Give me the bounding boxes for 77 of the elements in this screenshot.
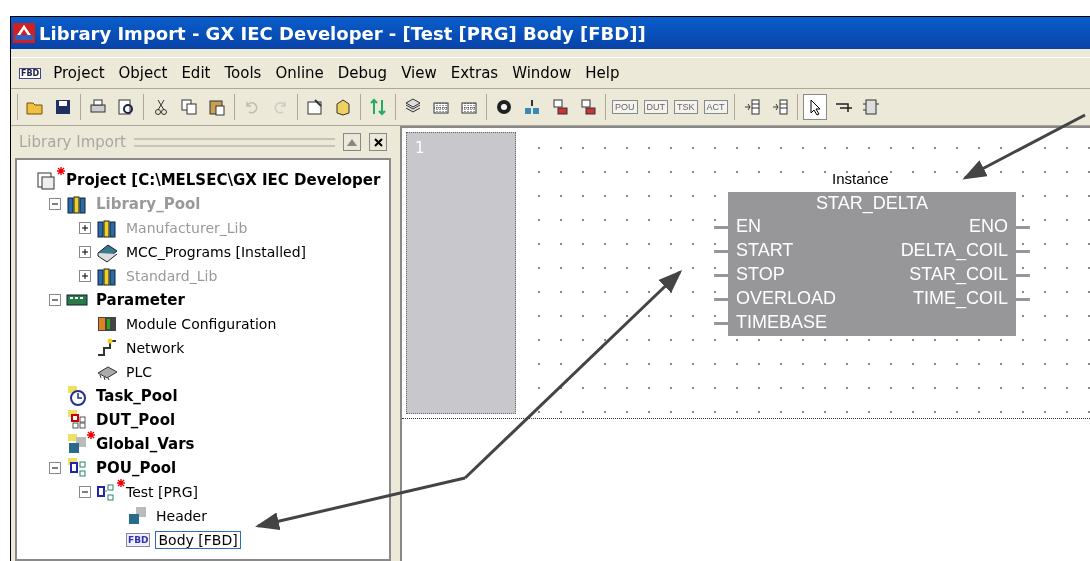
input-pin-label: EN [736, 215, 762, 238]
close-icon [373, 137, 383, 147]
floppy-icon [54, 98, 72, 116]
window-title: Library Import - GX IEC Developer - [Test [PRG] Body [FBD]] [39, 22, 646, 44]
insert-icon [742, 98, 761, 116]
fbd-icon: FBD [19, 67, 42, 79]
input-pin-label: TIMEBASE [736, 311, 829, 334]
tree-item[interactable]: Global_Vars [93, 434, 198, 454]
properties-icon [306, 98, 324, 116]
plus-icon [81, 224, 89, 232]
input-pin-label: OVERLOAD [736, 287, 837, 310]
menu-item[interactable]: View [395, 62, 443, 84]
tree-item[interactable]: Parameter [93, 290, 188, 310]
folder-blocks-icon [66, 433, 88, 455]
input-pin-label: START [736, 239, 795, 262]
minus-icon [51, 296, 59, 304]
network-icon [96, 337, 118, 359]
instance-name: Instance [832, 170, 889, 187]
fbd-icon: FBD [126, 533, 151, 547]
box-icon [334, 98, 352, 116]
menu-item[interactable]: Edit [175, 62, 217, 84]
up-triangle-icon [347, 138, 357, 146]
folder-blocks-icon [66, 409, 88, 431]
block-icon [861, 98, 880, 116]
menu-item[interactable]: Debug [331, 62, 394, 84]
minus-icon [81, 488, 89, 496]
printer-icon [89, 98, 107, 116]
blocks-icon [126, 505, 148, 527]
panel-title: Library Import [19, 133, 126, 151]
menu-item[interactable]: Window [506, 62, 578, 84]
plus-icon [81, 272, 89, 280]
document-stack-icon [36, 169, 58, 191]
transfer-icon [523, 98, 541, 116]
books-icon [96, 265, 118, 287]
books-icon [96, 217, 118, 239]
output-pin-label: DELTA_COIL [900, 239, 1008, 262]
tree-item[interactable]: Body [FBD] [155, 531, 241, 549]
output-pin-label: STAR_COIL [909, 263, 1008, 286]
expander-toggle[interactable] [49, 462, 61, 474]
tree-item[interactable]: Header [153, 507, 210, 525]
clipboard-icon [208, 98, 226, 116]
insert-icon [770, 98, 789, 116]
tree-item[interactable]: POU_Pool [93, 458, 180, 478]
tree-item[interactable]: Project [C:\MELSEC\GX IEC Developer [63, 170, 384, 190]
panel-grip[interactable] [134, 137, 335, 147]
expander-toggle[interactable] [79, 486, 91, 498]
tree-item[interactable]: DUT_Pool [93, 410, 179, 430]
input-pin-label: STOP [736, 263, 786, 286]
block-type-name: STAR_DELTA [815, 192, 929, 214]
tree-item[interactable]: Module Configuration [123, 315, 280, 333]
minus-icon [51, 200, 59, 208]
expander-toggle[interactable] [49, 294, 61, 306]
menu-item[interactable]: Help [579, 62, 626, 84]
dock-button[interactable] [343, 133, 361, 151]
output-pin-label: TIME_COIL [912, 287, 1008, 310]
app-logo-icon [13, 23, 35, 43]
menu-item[interactable]: Extras [444, 62, 505, 84]
menu-item[interactable]: Online [269, 62, 330, 84]
swap-icon [369, 98, 387, 116]
output-pin-label: ENO [969, 215, 1008, 238]
menu-item[interactable]: Object [112, 62, 174, 84]
menu-item[interactable]: Tools [218, 62, 268, 84]
tree-item[interactable]: PLC [123, 363, 156, 381]
tree-item[interactable]: Task_Pool [93, 386, 181, 406]
folder-blocks-icon [66, 457, 88, 479]
scissors-icon [152, 98, 170, 116]
menu-item[interactable]: Project [47, 62, 111, 84]
tree-item[interactable]: Test [PRG] [123, 483, 201, 501]
books-icon [66, 193, 88, 215]
tree-item[interactable]: Network [123, 339, 188, 357]
copy-icon [180, 98, 198, 116]
close-button[interactable] [369, 133, 387, 151]
plus-icon [81, 248, 89, 256]
clock-icon [66, 385, 88, 407]
minus-icon [51, 464, 59, 472]
toolbar-button[interactable] [802, 94, 827, 120]
page-magnifier-icon [117, 98, 135, 116]
